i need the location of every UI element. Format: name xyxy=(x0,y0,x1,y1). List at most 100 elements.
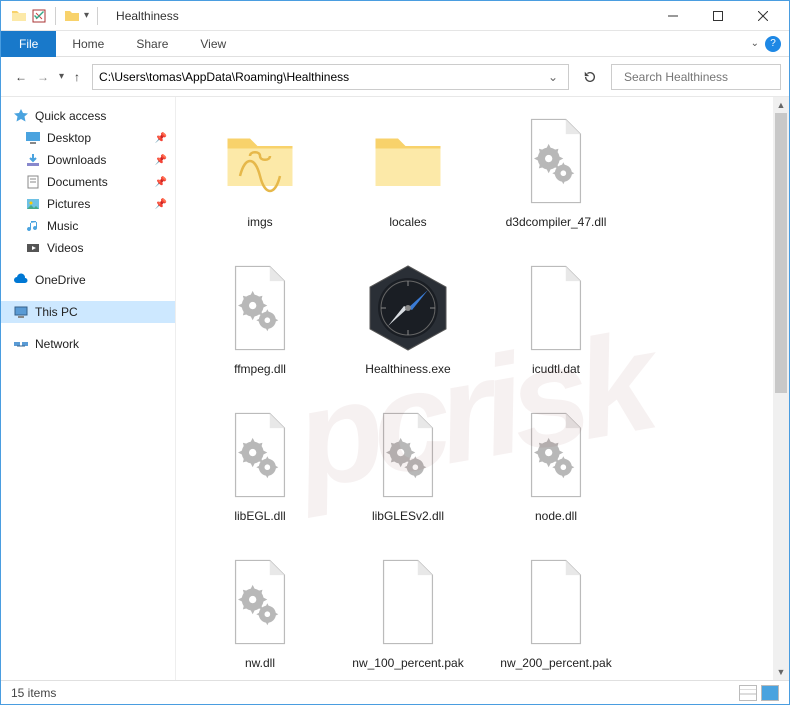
documents-icon xyxy=(25,174,41,190)
minimize-button[interactable] xyxy=(650,2,695,30)
file-thumb xyxy=(212,407,308,503)
vertical-scrollbar[interactable]: ▲ ▼ xyxy=(773,97,789,680)
file-label: libGLESv2.dll xyxy=(372,509,444,523)
navbar: ← → ▾ ↑ ⌄ xyxy=(1,57,789,97)
file-label: node.dll xyxy=(535,509,577,523)
sidebar-network[interactable]: Network xyxy=(1,333,175,355)
tab-share[interactable]: Share xyxy=(120,32,184,56)
videos-icon xyxy=(25,240,41,256)
file-thumb xyxy=(508,260,604,356)
search-box[interactable] xyxy=(611,64,781,90)
pc-icon xyxy=(13,304,29,320)
refresh-button[interactable] xyxy=(575,64,605,90)
file-thumb xyxy=(360,554,456,650)
file-label: nw_100_percent.pak xyxy=(352,656,463,670)
file-thumb xyxy=(508,407,604,503)
file-label: locales xyxy=(389,215,426,229)
address-input[interactable] xyxy=(99,70,544,84)
sidebar-item-label: Music xyxy=(47,219,78,233)
sidebar-item-label: Downloads xyxy=(47,153,106,167)
sidebar-item-label: Videos xyxy=(47,241,83,255)
file-item[interactable]: nw_200_percent.pak xyxy=(482,548,630,680)
file-label: icudtl.dat xyxy=(532,362,580,376)
file-thumb xyxy=(212,260,308,356)
scroll-down-icon[interactable]: ▼ xyxy=(773,664,789,680)
sidebar-item-label: Desktop xyxy=(47,131,91,145)
network-icon xyxy=(13,336,29,352)
qat-dropdown-icon[interactable]: ▾ xyxy=(84,10,89,21)
file-label: libEGL.dll xyxy=(234,509,285,523)
ribbon-help: ⌄ ? xyxy=(751,36,781,52)
sidebar-quick-access[interactable]: Quick access xyxy=(1,105,175,127)
nav-arrows: ← → ▾ ↑ xyxy=(9,70,86,84)
pin-icon: 📌 xyxy=(155,177,167,188)
sidebar-this-pc[interactable]: This PC xyxy=(1,301,175,323)
ribbon-expand-icon[interactable]: ⌄ xyxy=(751,38,759,49)
file-item[interactable]: d3dcompiler_47.dll xyxy=(482,107,630,254)
file-item[interactable]: node.dll xyxy=(482,401,630,548)
back-button[interactable]: ← xyxy=(15,70,27,84)
file-item[interactable]: icudtl.dat xyxy=(482,254,630,401)
file-item[interactable]: Healthiness.exe xyxy=(334,254,482,401)
file-thumb xyxy=(508,554,604,650)
status-item-count: 15 items xyxy=(11,686,56,700)
body: Quick access Desktop📌Downloads📌Documents… xyxy=(1,97,789,680)
file-item[interactable]: nw_100_percent.pak xyxy=(334,548,482,680)
file-label: ffmpeg.dll xyxy=(234,362,286,376)
file-item[interactable]: libEGL.dll xyxy=(186,401,334,548)
scroll-thumb[interactable] xyxy=(775,113,787,393)
file-item[interactable]: ffmpeg.dll xyxy=(186,254,334,401)
window-title: Healthiness xyxy=(116,9,179,23)
file-label: Healthiness.exe xyxy=(365,362,450,376)
sidebar-item-videos[interactable]: Videos xyxy=(1,237,175,259)
file-item[interactable]: locales xyxy=(334,107,482,254)
file-thumb xyxy=(212,113,308,209)
file-item[interactable]: imgs xyxy=(186,107,334,254)
help-icon[interactable]: ? xyxy=(765,36,781,52)
pin-icon: 📌 xyxy=(155,155,167,166)
scroll-up-icon[interactable]: ▲ xyxy=(773,97,789,113)
maximize-button[interactable] xyxy=(695,2,740,30)
file-thumb xyxy=(508,113,604,209)
file-item[interactable]: nw.dll xyxy=(186,548,334,680)
status-bar: 15 items xyxy=(1,680,789,704)
history-dropdown-icon[interactable]: ▾ xyxy=(59,71,64,82)
file-thumb xyxy=(360,407,456,503)
search-input[interactable] xyxy=(624,70,779,84)
file-label: nw.dll xyxy=(245,656,275,670)
address-bar[interactable]: ⌄ xyxy=(92,64,569,90)
close-button[interactable] xyxy=(740,2,785,30)
tab-home[interactable]: Home xyxy=(56,32,120,56)
address-dropdown-icon[interactable]: ⌄ xyxy=(544,70,562,84)
pictures-icon xyxy=(25,196,41,212)
sidebar-item-documents[interactable]: Documents📌 xyxy=(1,171,175,193)
file-grid: imgs locales d3dcompiler_47.dll ffmpeg.dll H… xyxy=(186,107,763,680)
content-pane[interactable]: pcrisk imgslocalesd3dcompiler_47.dllffmp… xyxy=(176,97,773,680)
view-mode-icons xyxy=(739,685,779,701)
ribbon: File Home Share View ⌄ ? xyxy=(1,31,789,57)
window-buttons xyxy=(650,2,785,30)
file-thumb xyxy=(212,554,308,650)
sidebar-item-downloads[interactable]: Downloads 📌 xyxy=(1,149,175,171)
large-icons-view-icon[interactable] xyxy=(761,685,779,701)
downloads-icon xyxy=(25,152,41,168)
sidebar-item-label: Pictures xyxy=(47,197,90,211)
sidebar-onedrive[interactable]: OneDrive xyxy=(1,269,175,291)
file-thumb xyxy=(360,113,456,209)
sidebar-item-pictures[interactable]: Pictures📌 xyxy=(1,193,175,215)
details-view-icon[interactable] xyxy=(739,685,757,701)
cloud-icon xyxy=(13,272,29,288)
tab-view[interactable]: View xyxy=(184,32,242,56)
folder-small-icon xyxy=(64,8,80,24)
properties-icon[interactable] xyxy=(31,8,47,24)
forward-button[interactable]: → xyxy=(37,70,49,84)
file-label: d3dcompiler_47.dll xyxy=(506,215,607,229)
file-item[interactable]: libGLESv2.dll xyxy=(334,401,482,548)
file-label: imgs xyxy=(247,215,272,229)
sidebar-item-music[interactable]: Music xyxy=(1,215,175,237)
sidebar-item-desktop[interactable]: Desktop📌 xyxy=(1,127,175,149)
file-tab[interactable]: File xyxy=(1,31,56,57)
up-button[interactable]: ↑ xyxy=(74,70,80,84)
quick-access-toolbar: ▾ xyxy=(5,7,108,25)
file-label: nw_200_percent.pak xyxy=(500,656,611,670)
